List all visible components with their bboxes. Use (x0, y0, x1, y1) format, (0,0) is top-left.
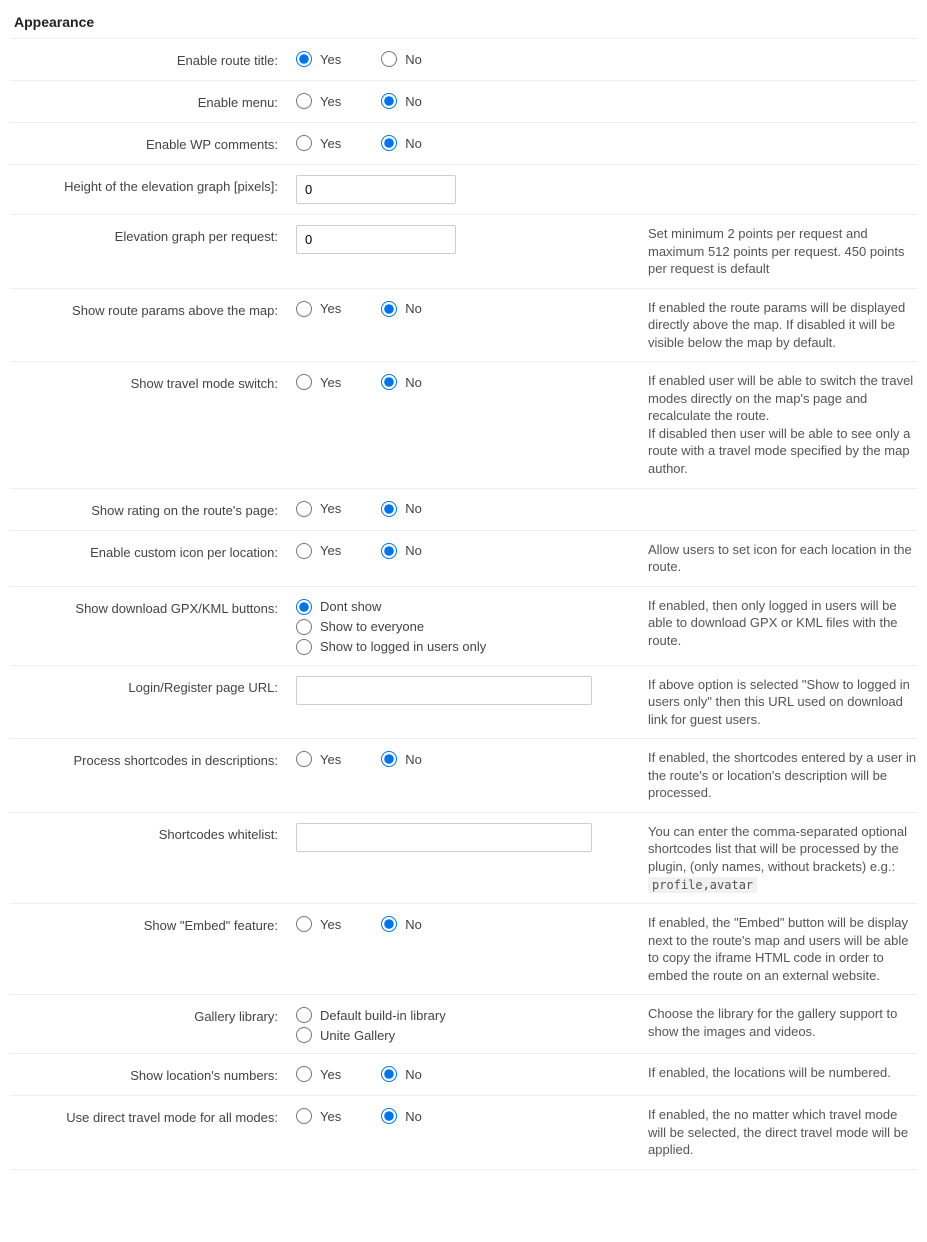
row-gpx: Show download GPX/KML buttons: Dont show… (10, 587, 917, 666)
help-route-params: If enabled the route params will be disp… (628, 299, 917, 352)
label-shortcodes: Process shortcodes in descriptions: (10, 749, 296, 802)
menu-no[interactable]: No (381, 93, 422, 109)
label-elev-req: Elevation graph per request: (10, 225, 296, 278)
travel-mode-yes[interactable]: Yes (296, 374, 341, 390)
row-login-url: Login/Register page URL: If above option… (10, 666, 917, 740)
direct-mode-yes[interactable]: Yes (296, 1108, 341, 1124)
row-elev-req: Elevation graph per request: Set minimum… (10, 215, 917, 289)
help-embed: If enabled, the "Embed" button will be d… (628, 914, 917, 984)
row-direct-mode: Use direct travel mode for all modes: Ye… (10, 1096, 917, 1170)
elev-height-input[interactable] (296, 175, 456, 204)
rating-no[interactable]: No (381, 501, 422, 517)
label-route-params: Show route params above the map: (10, 299, 296, 352)
label-custom-icon: Enable custom icon per location: (10, 541, 296, 576)
travel-mode-no[interactable]: No (381, 374, 422, 390)
whitelist-code: profile,avatar (648, 877, 757, 893)
route-title-yes[interactable]: Yes (296, 51, 341, 67)
custom-icon-yes[interactable]: Yes (296, 543, 341, 559)
loc-numbers-no[interactable]: No (381, 1066, 422, 1082)
help-elev-req: Set minimum 2 points per request and max… (628, 225, 917, 278)
embed-yes[interactable]: Yes (296, 916, 341, 932)
label-rating: Show rating on the route's page: (10, 499, 296, 520)
gallery-opt2[interactable]: Unite Gallery (296, 1027, 628, 1043)
row-whitelist: Shortcodes whitelist: You can enter the … (10, 813, 917, 904)
wp-comments-yes[interactable]: Yes (296, 135, 341, 151)
gpx-opt1[interactable]: Dont show (296, 599, 628, 615)
route-params-no[interactable]: No (381, 301, 422, 317)
elev-req-input[interactable] (296, 225, 456, 254)
help-whitelist: You can enter the comma-separated option… (648, 824, 907, 874)
login-url-input[interactable] (296, 676, 592, 705)
shortcodes-yes[interactable]: Yes (296, 751, 341, 767)
loc-numbers-yes[interactable]: Yes (296, 1066, 341, 1082)
row-shortcodes: Process shortcodes in descriptions: Yes … (10, 739, 917, 813)
help-shortcodes: If enabled, the shortcodes entered by a … (628, 749, 917, 802)
row-elev-height: Height of the elevation graph [pixels]: (10, 165, 917, 215)
rating-yes[interactable]: Yes (296, 501, 341, 517)
menu-yes[interactable]: Yes (296, 93, 341, 109)
label-wp-comments: Enable WP comments: (10, 133, 296, 154)
direct-mode-no[interactable]: No (381, 1108, 422, 1124)
help-loc-numbers: If enabled, the locations will be number… (628, 1064, 917, 1085)
row-embed: Show "Embed" feature: Yes No If enabled,… (10, 904, 917, 995)
label-gpx: Show download GPX/KML buttons: (10, 597, 296, 655)
label-direct-mode: Use direct travel mode for all modes: (10, 1106, 296, 1159)
help-gallery: Choose the library for the gallery suppo… (628, 1005, 917, 1043)
custom-icon-no[interactable]: No (381, 543, 422, 559)
row-wp-comments: Enable WP comments: Yes No (10, 123, 917, 165)
row-custom-icon: Enable custom icon per location: Yes No … (10, 531, 917, 587)
gpx-opt2[interactable]: Show to everyone (296, 619, 628, 635)
row-travel-mode: Show travel mode switch: Yes No If enabl… (10, 362, 917, 488)
label-whitelist: Shortcodes whitelist: (10, 823, 296, 893)
row-loc-numbers: Show location's numbers: Yes No If enabl… (10, 1054, 917, 1096)
row-menu: Enable menu: Yes No (10, 81, 917, 123)
row-route-title: Enable route title: Yes No (10, 39, 917, 81)
wp-comments-no[interactable]: No (381, 135, 422, 151)
label-embed: Show "Embed" feature: (10, 914, 296, 984)
route-title-no[interactable]: No (381, 51, 422, 67)
whitelist-input[interactable] (296, 823, 592, 852)
row-gallery: Gallery library: Default build-in librar… (10, 995, 917, 1054)
gpx-opt3[interactable]: Show to logged in users only (296, 639, 628, 655)
help-login-url: If above option is selected "Show to log… (628, 676, 917, 729)
section-title: Appearance (10, 8, 917, 39)
help-gpx: If enabled, then only logged in users wi… (628, 597, 917, 655)
help-travel-mode-2: If disabled then user will be able to se… (648, 425, 917, 478)
label-gallery: Gallery library: (10, 1005, 296, 1043)
label-login-url: Login/Register page URL: (10, 676, 296, 729)
label-loc-numbers: Show location's numbers: (10, 1064, 296, 1085)
gallery-opt1[interactable]: Default build-in library (296, 1007, 628, 1023)
row-rating: Show rating on the route's page: Yes No (10, 489, 917, 531)
route-params-yes[interactable]: Yes (296, 301, 341, 317)
help-custom-icon: Allow users to set icon for each locatio… (628, 541, 917, 576)
label-route-title: Enable route title: (10, 49, 296, 70)
help-travel-mode-1: If enabled user will be able to switch t… (648, 372, 917, 425)
shortcodes-no[interactable]: No (381, 751, 422, 767)
embed-no[interactable]: No (381, 916, 422, 932)
label-menu: Enable menu: (10, 91, 296, 112)
label-travel-mode: Show travel mode switch: (10, 372, 296, 477)
label-elev-height: Height of the elevation graph [pixels]: (10, 175, 296, 204)
row-route-params: Show route params above the map: Yes No … (10, 289, 917, 363)
help-direct-mode: If enabled, the no matter which travel m… (628, 1106, 917, 1159)
